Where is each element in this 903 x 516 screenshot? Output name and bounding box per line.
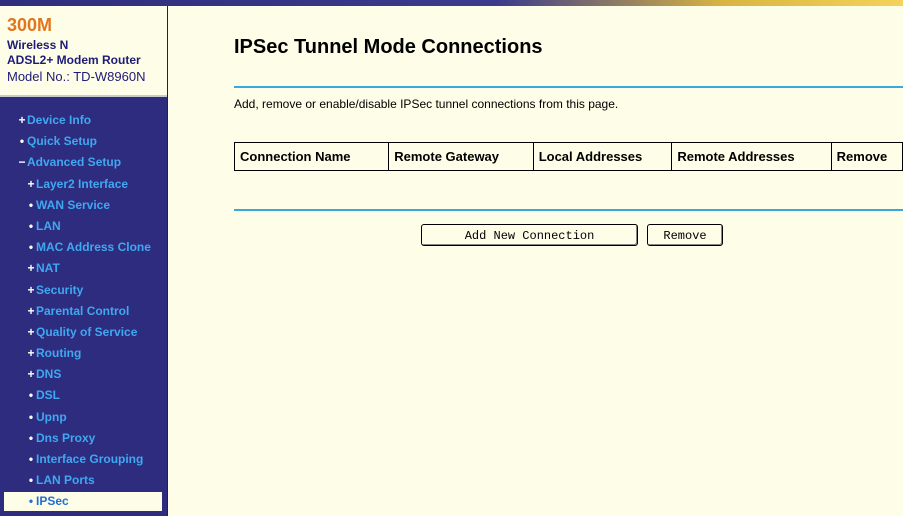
- menu-item-label: IPSec: [36, 494, 69, 509]
- main-content: IPSec Tunnel Mode Connections Add, remov…: [168, 6, 903, 516]
- expand-icon: +: [27, 261, 35, 276]
- menu-item-label: Quick Setup: [27, 134, 98, 149]
- col-connection-name: Connection Name: [233, 142, 390, 171]
- remove-button[interactable]: Remove: [647, 224, 723, 246]
- bullet-icon: •: [28, 388, 34, 403]
- menu-item-label: Layer2 Interface: [36, 176, 129, 191]
- menu-item-dsl[interactable]: • DSL: [0, 385, 167, 406]
- bullet-icon: •: [28, 197, 34, 212]
- menu-item-ipsec[interactable]: • IPSec: [4, 492, 162, 512]
- menu-item-dns-proxy[interactable]: • Dns Proxy: [0, 428, 167, 449]
- menu-item-quality-of-service[interactable]: + Quality of Service: [0, 322, 167, 343]
- menu-item-wan-service[interactable]: • WAN Service: [0, 195, 167, 216]
- menu-item-advanced-setup[interactable]: − Advanced Setup: [0, 152, 167, 173]
- sidebar: 300M Wireless N ADSL2+ Modem Router Mode…: [0, 6, 168, 516]
- bullet-icon: •: [28, 409, 34, 424]
- add-new-connection-button[interactable]: Add New Connection: [421, 224, 638, 246]
- menu-item-mac-address-clone[interactable]: • MAC Address Clone: [0, 237, 167, 258]
- expand-icon: +: [27, 346, 35, 361]
- table-header-row: Connection Name Remote Gateway Local Add…: [233, 142, 903, 171]
- collapse-icon: −: [18, 155, 26, 170]
- menu-item-parental-control[interactable]: + Parental Control: [0, 301, 167, 322]
- col-remote-addresses: Remote Addresses: [671, 142, 832, 171]
- bullet-icon: •: [28, 473, 34, 488]
- menu-item-label: Quality of Service: [36, 324, 138, 339]
- menu-item-label: Routing: [36, 346, 82, 361]
- page-title: IPSec Tunnel Mode Connections: [234, 36, 543, 58]
- page-description: Add, remove or enable/disable IPSec tunn…: [234, 97, 619, 111]
- menu-item-label: LAN: [36, 218, 61, 233]
- bullet-icon: •: [28, 240, 34, 255]
- menu-item-label: DNS: [36, 367, 62, 382]
- menu-item-label: Parental Control: [36, 303, 130, 318]
- menu-item-label: LAN Ports: [36, 473, 95, 488]
- col-remote-gateway: Remote Gateway: [388, 142, 534, 171]
- sidebar-menu: + Device Info • Quick Setup − Advanced Setup +…: [0, 110, 167, 512]
- menu-item-layer2-interface[interactable]: + Layer2 Interface: [0, 174, 167, 195]
- menu-item-interface-grouping[interactable]: • Interface Grouping: [0, 449, 167, 470]
- menu-item-label: Upnp: [36, 409, 67, 424]
- menu-item-nat[interactable]: + NAT: [0, 258, 167, 279]
- bullet-icon: •: [28, 494, 34, 509]
- bullet-icon: •: [28, 452, 34, 466]
- brand-model: Model No.: TD-W8960N: [7, 69, 146, 84]
- menu-item-label: Dns Proxy: [36, 430, 96, 445]
- menu-item-label: Advanced Setup: [27, 155, 122, 170]
- expand-icon: +: [27, 282, 35, 297]
- expand-icon: +: [27, 176, 35, 191]
- menu-item-lan[interactable]: • LAN: [0, 216, 167, 237]
- menu-item-label: MAC Address Clone: [36, 240, 151, 255]
- connections-table: Connection Name Remote Gateway Local Add…: [233, 142, 903, 171]
- brand-title: 300M: [7, 15, 53, 35]
- col-remove: Remove: [830, 142, 903, 171]
- bullet-icon: •: [28, 430, 34, 445]
- menu-item-lan-ports[interactable]: • LAN Ports: [0, 470, 167, 491]
- bullet-icon: •: [19, 134, 25, 149]
- menu-item-device-info[interactable]: + Device Info: [0, 110, 167, 131]
- menu-item-routing[interactable]: + Routing: [0, 343, 167, 364]
- menu-item-upnp[interactable]: • Upnp: [0, 407, 167, 428]
- menu-item-security[interactable]: + Security: [0, 280, 167, 301]
- brand-line-1: Wireless N: [7, 38, 69, 52]
- menu-item-label: Security: [36, 282, 84, 297]
- expand-icon: +: [27, 303, 35, 318]
- expand-icon: +: [18, 113, 26, 127]
- expand-icon: +: [27, 367, 35, 382]
- menu-item-quick-setup[interactable]: • Quick Setup: [0, 131, 167, 152]
- expand-icon: +: [27, 324, 35, 339]
- divider-bottom: [234, 209, 903, 211]
- bullet-icon: •: [28, 218, 34, 233]
- divider-top: [234, 86, 903, 88]
- menu-item-label: Device Info: [27, 113, 92, 127]
- col-local-addresses: Local Addresses: [532, 142, 673, 171]
- brand-line-2: ADSL2+ Modem Router: [7, 53, 141, 67]
- menu-item-label: DSL: [36, 388, 60, 403]
- menu-item-label: NAT: [36, 261, 60, 276]
- menu-item-label: Interface Grouping: [36, 452, 144, 466]
- menu-item-label: WAN Service: [36, 197, 111, 212]
- menu-item-dns[interactable]: + DNS: [0, 364, 167, 385]
- brand-panel: 300M Wireless N ADSL2+ Modem Router Mode…: [0, 6, 167, 97]
